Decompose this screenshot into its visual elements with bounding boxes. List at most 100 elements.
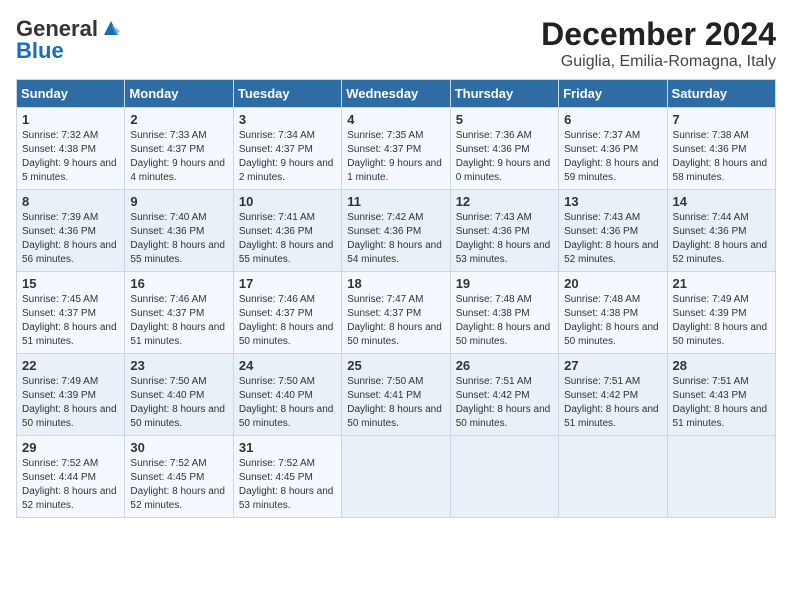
- calendar-cell: 17 Sunrise: 7:46 AMSunset: 4:37 PMDayligh…: [233, 272, 341, 354]
- calendar-cell: [559, 436, 667, 518]
- calendar-cell: 6 Sunrise: 7:37 AMSunset: 4:36 PMDaylight…: [559, 108, 667, 190]
- day-content: Sunrise: 7:33 AMSunset: 4:37 PMDaylight:…: [130, 129, 227, 185]
- day-number: 29: [22, 440, 119, 455]
- day-number: 9: [130, 194, 227, 209]
- logo-blue: Blue: [16, 38, 64, 64]
- day-content: Sunrise: 7:44 AMSunset: 4:36 PMDaylight:…: [673, 211, 770, 267]
- calendar-cell: 31Sunrise: 7:52 AMSunset: 4:45 PMDayligh…: [233, 436, 341, 518]
- weekday-header-tuesday: Tuesday: [233, 80, 341, 108]
- day-number: 7: [673, 112, 770, 127]
- day-number: 13: [564, 194, 661, 209]
- calendar-cell: 11 Sunrise: 7:42 AMSunset: 4:36 PMDayligh…: [342, 190, 450, 272]
- calendar-cell: 1 Sunrise: 7:32 AMSunset: 4:38 PMDaylight…: [17, 108, 125, 190]
- day-number: 16: [130, 276, 227, 291]
- day-content: Sunrise: 7:43 AMSunset: 4:36 PMDaylight:…: [456, 211, 553, 267]
- day-content: Sunrise: 7:51 AMSunset: 4:42 PMDaylight:…: [456, 375, 553, 431]
- day-content: Sunrise: 7:50 AMSunset: 4:40 PMDaylight:…: [239, 375, 336, 431]
- calendar-cell: 13 Sunrise: 7:43 AMSunset: 4:36 PMDayligh…: [559, 190, 667, 272]
- day-number: 25: [347, 358, 444, 373]
- location-title: Guiglia, Emilia-Romagna, Italy: [541, 53, 776, 71]
- day-content: Sunrise: 7:49 AMSunset: 4:39 PMDaylight:…: [22, 375, 119, 431]
- day-number: 4: [347, 112, 444, 127]
- calendar-cell: 9 Sunrise: 7:40 AMSunset: 4:36 PMDaylight…: [125, 190, 233, 272]
- day-content: Sunrise: 7:46 AMSunset: 4:37 PMDaylight:…: [239, 293, 336, 349]
- day-number: 15: [22, 276, 119, 291]
- day-number: 17: [239, 276, 336, 291]
- page-header: General Blue December 2024 Guiglia, Emil…: [16, 16, 776, 71]
- weekday-header-wednesday: Wednesday: [342, 80, 450, 108]
- day-number: 18: [347, 276, 444, 291]
- day-content: Sunrise: 7:32 AMSunset: 4:38 PMDaylight:…: [22, 129, 119, 185]
- day-content: Sunrise: 7:42 AMSunset: 4:36 PMDaylight:…: [347, 211, 444, 267]
- calendar-cell: 12Sunrise: 7:43 AMSunset: 4:36 PMDayligh…: [450, 190, 558, 272]
- day-content: Sunrise: 7:37 AMSunset: 4:36 PMDaylight:…: [564, 129, 661, 185]
- day-content: Sunrise: 7:48 AMSunset: 4:38 PMDaylight:…: [564, 293, 661, 349]
- day-number: 30: [130, 440, 227, 455]
- day-content: Sunrise: 7:49 AMSunset: 4:39 PMDaylight:…: [673, 293, 770, 349]
- day-content: Sunrise: 7:39 AMSunset: 4:36 PMDaylight:…: [22, 211, 119, 267]
- day-content: Sunrise: 7:34 AMSunset: 4:37 PMDaylight:…: [239, 129, 336, 185]
- calendar-cell: 8 Sunrise: 7:39 AMSunset: 4:36 PMDaylight…: [17, 190, 125, 272]
- calendar-cell: 21Sunrise: 7:49 AMSunset: 4:39 PMDayligh…: [667, 272, 775, 354]
- day-content: Sunrise: 7:36 AMSunset: 4:36 PMDaylight:…: [456, 129, 553, 185]
- day-content: Sunrise: 7:43 AMSunset: 4:36 PMDaylight:…: [564, 211, 661, 267]
- calendar-cell: 10 Sunrise: 7:41 AMSunset: 4:36 PMDayligh…: [233, 190, 341, 272]
- day-content: Sunrise: 7:52 AMSunset: 4:44 PMDaylight:…: [22, 457, 119, 513]
- calendar-cell: 15 Sunrise: 7:45 AMSunset: 4:37 PMDayligh…: [17, 272, 125, 354]
- day-number: 1: [22, 112, 119, 127]
- calendar-cell: 18 Sunrise: 7:47 AMSunset: 4:37 PMDayligh…: [342, 272, 450, 354]
- day-number: 3: [239, 112, 336, 127]
- day-number: 5: [456, 112, 553, 127]
- day-content: Sunrise: 7:41 AMSunset: 4:36 PMDaylight:…: [239, 211, 336, 267]
- day-content: Sunrise: 7:52 AMSunset: 4:45 PMDaylight:…: [130, 457, 227, 513]
- calendar-cell: 25Sunrise: 7:50 AMSunset: 4:41 PMDayligh…: [342, 354, 450, 436]
- calendar-cell: [667, 436, 775, 518]
- day-content: Sunrise: 7:47 AMSunset: 4:37 PMDaylight:…: [347, 293, 444, 349]
- logo: General Blue: [16, 16, 122, 64]
- calendar-cell: 26 Sunrise: 7:51 AMSunset: 4:42 PMDayligh…: [450, 354, 558, 436]
- day-content: Sunrise: 7:45 AMSunset: 4:37 PMDaylight:…: [22, 293, 119, 349]
- day-content: Sunrise: 7:50 AMSunset: 4:40 PMDaylight:…: [130, 375, 227, 431]
- weekday-header-thursday: Thursday: [450, 80, 558, 108]
- calendar-cell: 24 Sunrise: 7:50 AMSunset: 4:40 PMDayligh…: [233, 354, 341, 436]
- weekday-header-sunday: Sunday: [17, 80, 125, 108]
- month-title: December 2024: [541, 16, 776, 53]
- day-number: 26: [456, 358, 553, 373]
- day-number: 8: [22, 194, 119, 209]
- day-content: Sunrise: 7:35 AMSunset: 4:37 PMDaylight:…: [347, 129, 444, 185]
- calendar-cell: [450, 436, 558, 518]
- calendar-cell: 28Sunrise: 7:51 AMSunset: 4:43 PMDayligh…: [667, 354, 775, 436]
- logo-icon: [100, 17, 122, 39]
- calendar-cell: 19Sunrise: 7:48 AMSunset: 4:38 PMDayligh…: [450, 272, 558, 354]
- day-content: Sunrise: 7:40 AMSunset: 4:36 PMDaylight:…: [130, 211, 227, 267]
- calendar-cell: 2 Sunrise: 7:33 AMSunset: 4:37 PMDaylight…: [125, 108, 233, 190]
- day-number: 19: [456, 276, 553, 291]
- calendar-cell: 16Sunrise: 7:46 AMSunset: 4:37 PMDayligh…: [125, 272, 233, 354]
- calendar-cell: 29 Sunrise: 7:52 AMSunset: 4:44 PMDayligh…: [17, 436, 125, 518]
- day-number: 24: [239, 358, 336, 373]
- day-number: 27: [564, 358, 661, 373]
- day-content: Sunrise: 7:52 AMSunset: 4:45 PMDaylight:…: [239, 457, 336, 513]
- day-number: 22: [22, 358, 119, 373]
- day-number: 10: [239, 194, 336, 209]
- weekday-header-friday: Friday: [559, 80, 667, 108]
- day-number: 23: [130, 358, 227, 373]
- day-number: 11: [347, 194, 444, 209]
- title-area: December 2024 Guiglia, Emilia-Romagna, I…: [541, 16, 776, 71]
- day-number: 14: [673, 194, 770, 209]
- calendar-cell: 5 Sunrise: 7:36 AMSunset: 4:36 PMDaylight…: [450, 108, 558, 190]
- calendar-cell: [342, 436, 450, 518]
- calendar-table: SundayMondayTuesdayWednesdayThursdayFrid…: [16, 79, 776, 518]
- calendar-cell: 14 Sunrise: 7:44 AMSunset: 4:36 PMDayligh…: [667, 190, 775, 272]
- calendar-cell: 23 Sunrise: 7:50 AMSunset: 4:40 PMDayligh…: [125, 354, 233, 436]
- calendar-cell: 22 Sunrise: 7:49 AMSunset: 4:39 PMDayligh…: [17, 354, 125, 436]
- calendar-cell: 20 Sunrise: 7:48 AMSunset: 4:38 PMDayligh…: [559, 272, 667, 354]
- calendar-cell: 27Sunrise: 7:51 AMSunset: 4:42 PMDayligh…: [559, 354, 667, 436]
- day-content: Sunrise: 7:51 AMSunset: 4:43 PMDaylight:…: [673, 375, 770, 431]
- weekday-header-monday: Monday: [125, 80, 233, 108]
- day-number: 20: [564, 276, 661, 291]
- day-number: 2: [130, 112, 227, 127]
- calendar-cell: 7 Sunrise: 7:38 AMSunset: 4:36 PMDaylight…: [667, 108, 775, 190]
- day-content: Sunrise: 7:38 AMSunset: 4:36 PMDaylight:…: [673, 129, 770, 185]
- day-number: 6: [564, 112, 661, 127]
